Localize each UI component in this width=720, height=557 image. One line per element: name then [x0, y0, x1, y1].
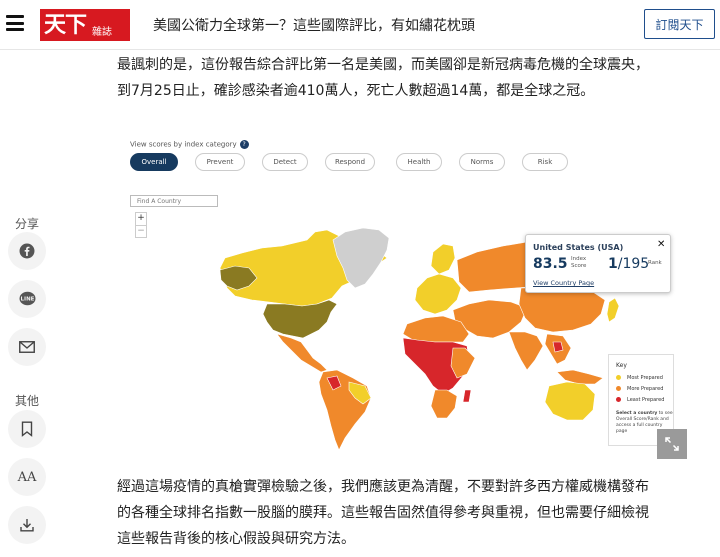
legend-label: Least Prepared [627, 397, 665, 403]
mail-icon [19, 341, 35, 353]
find-country-input[interactable] [130, 195, 218, 207]
map-europe[interactable] [414, 273, 462, 315]
world-map [219, 227, 624, 451]
line-icon: LINE [19, 291, 35, 306]
header-article-title: 美國公衛力全球第一？這些國際評比，有如繡花枕頭 [153, 18, 475, 34]
popup-rank-value: 1 [608, 256, 618, 272]
map-africa-east[interactable] [450, 347, 476, 379]
map-mexico[interactable] [276, 333, 328, 373]
ghs-index-map-widget: View scores by index category? Overall P… [117, 128, 687, 460]
map-sea-red[interactable] [552, 341, 564, 353]
legend-dot-most [616, 375, 621, 380]
popup-rank-total: /195 [617, 256, 650, 272]
zoom-out-button[interactable]: − [136, 225, 146, 237]
site-logo[interactable]: 天下 雜誌 [40, 9, 130, 41]
tab-risk[interactable]: Risk [522, 153, 568, 171]
map-japan[interactable] [606, 297, 620, 323]
map-china[interactable] [518, 287, 606, 333]
paragraph-line: 到7月25日止，確診感染者逾410萬人，死亡人數超過14萬，都是全球之冠。 [117, 83, 595, 99]
map-africa-south[interactable] [430, 389, 458, 419]
menu-icon[interactable] [6, 15, 24, 31]
subscribe-button[interactable]: 訂閱天下 [644, 9, 715, 39]
logo-main-text: 天下 [44, 12, 87, 38]
popup-index-score: 83.5 [533, 256, 568, 272]
facebook-icon [19, 243, 35, 259]
map-india[interactable] [508, 331, 544, 371]
popup-country-name: United States (USA) [533, 243, 624, 252]
svg-text:LINE: LINE [20, 297, 34, 303]
map-zoom-control: + − [135, 212, 147, 238]
legend-title: Key [616, 362, 627, 369]
view-country-page-link[interactable]: View Country Page [533, 279, 594, 287]
paragraph-line: 最諷刺的是，這份報告綜合評比第一名是美國，而美國卻是新冠病毒危機的全球震央， [117, 57, 649, 73]
site-header: 天下 雜誌 美國公衛力全球第一？這些國際評比，有如繡花枕頭 訂閱天下 [0, 0, 720, 50]
line-share-button[interactable]: LINE [8, 280, 46, 318]
tab-detect[interactable]: Detect [262, 153, 308, 171]
facebook-share-button[interactable] [8, 232, 46, 270]
index-category-label: View scores by index category? [130, 140, 249, 149]
map-indonesia[interactable] [556, 369, 604, 385]
legend-note-bold: Select a country [616, 411, 658, 416]
map-australia[interactable] [544, 381, 596, 421]
index-category-text: View scores by index category [130, 140, 237, 149]
font-size-icon: AA [17, 469, 37, 485]
zoom-in-button[interactable]: + [136, 213, 146, 225]
download-icon [20, 519, 34, 532]
legend-label: More Prepared [627, 386, 664, 392]
logo-sub-text: 雜誌 [92, 26, 113, 38]
paragraph-line: 經過這場疫情的真槍實彈檢驗之後，我們應該更為清醒，不要對許多西方權威機構發布 [117, 479, 649, 495]
bookmark-icon [21, 421, 33, 437]
tab-health[interactable]: Health [396, 153, 442, 171]
map-south-america[interactable] [318, 369, 372, 451]
download-button[interactable] [8, 506, 46, 544]
font-size-button[interactable]: AA [8, 458, 46, 496]
email-share-button[interactable] [8, 328, 46, 366]
expand-button[interactable] [657, 429, 687, 459]
article-paragraph-2: 經過這場疫情的真槍實彈檢驗之後，我們應該更為清醒，不要對許多西方權威機構發布 的… [117, 474, 677, 552]
tab-overall[interactable]: Overall [130, 153, 178, 171]
legend-item: More Prepared [616, 386, 663, 392]
close-icon[interactable]: ✕ [657, 239, 665, 250]
expand-icon [665, 437, 679, 451]
legend-label: Most Prepared [627, 375, 663, 381]
other-label: 其他 [14, 394, 39, 408]
help-icon[interactable]: ? [239, 140, 249, 149]
map-scandinavia[interactable] [430, 243, 456, 275]
popup-rank: 1/195 [608, 256, 649, 272]
bookmark-button[interactable] [8, 410, 46, 448]
popup-rank-label: Rank [648, 260, 662, 266]
legend-dot-more [616, 386, 621, 391]
article-paragraph-1: 最諷刺的是，這份報告綜合評比第一名是美國，而美國卻是新冠病毒危機的全球震央， 到… [117, 52, 677, 104]
popup-score-label: Index Score [571, 256, 587, 269]
paragraph-line: 這些報告背後的核心假設與研究方法。 [117, 531, 355, 547]
tab-prevent[interactable]: Prevent [195, 153, 245, 171]
tab-respond[interactable]: Respond [325, 153, 375, 171]
country-popup: United States (USA) ✕ 83.5 Index Score 1… [525, 234, 671, 293]
legend-dot-least [616, 397, 621, 402]
map-madagascar[interactable] [462, 389, 472, 403]
share-label: 分享 [14, 217, 39, 231]
tab-norms[interactable]: Norms [459, 153, 505, 171]
paragraph-line: 的各種全球排名指數一股腦的膜拜。這些報告固然值得參考與重視，但也需要仔細檢視 [117, 505, 649, 521]
legend-item: Most Prepared [616, 375, 663, 381]
legend-item: Least Prepared [616, 397, 664, 403]
map-usa[interactable] [262, 299, 338, 339]
